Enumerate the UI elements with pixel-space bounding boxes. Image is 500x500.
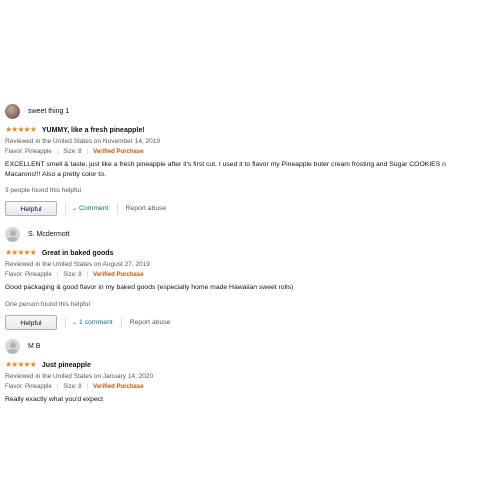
review-date: Reviewed in the United States on August … [5, 261, 150, 268]
helpful-count: 3 people found this helpful [5, 187, 81, 194]
comment-label[interactable]: Comment [79, 205, 108, 212]
reviewer-profile[interactable]: sweet thing 1 [5, 102, 495, 120]
reviewer-name[interactable]: S. Mcdermott [28, 231, 70, 238]
size-label: Size: 8 [63, 384, 82, 390]
helpful-button[interactable]: Helpful [5, 201, 57, 216]
divider [65, 203, 66, 214]
review-card: M B ★★★★★ Just pineapple Reviewed in the… [5, 337, 495, 405]
avatar-icon[interactable] [5, 103, 20, 119]
review-format: Flavor: Pineapple | Size: 8 | Verified P… [5, 148, 495, 156]
star-rating-icon[interactable]: ★★★★★ [5, 360, 37, 370]
flavor-label: Flavor: Pineapple [5, 272, 52, 278]
comment-link[interactable]: ⌄ 1 comment [72, 319, 113, 326]
verified-purchase-badge: Verified Purchase [93, 384, 144, 390]
star-rating-icon[interactable]: ★★★★★ [5, 248, 37, 258]
review-title[interactable]: Great in baked goods [42, 250, 114, 257]
review-body: Really exactly what you'd expect [5, 396, 104, 403]
flavor-label: Flavor: Pineapple [5, 149, 52, 155]
review-title[interactable]: Just pineapple [42, 362, 91, 369]
review-body: EXCELLENT smell & taste, just like a fre… [5, 161, 446, 178]
reviewer-profile[interactable]: M B [5, 337, 495, 355]
review-date: Reviewed in the United States on Novembe… [5, 138, 161, 145]
review-format: Flavor: Pineapple | Size: 8 | Verified P… [5, 383, 495, 391]
divider: | [86, 384, 89, 390]
divider: | [56, 384, 59, 390]
divider [120, 316, 122, 328]
review-title[interactable]: YUMMY, like a fresh pineapple! [42, 127, 145, 134]
chevron-down-icon: ⌄ [72, 206, 78, 212]
reviewer-name[interactable]: M B [28, 343, 40, 350]
verified-purchase-badge: Verified Purchase [93, 149, 144, 155]
helpful-button[interactable]: Helpful [5, 314, 57, 330]
chevron-down-icon: ⌄ [72, 319, 78, 326]
report-abuse-link[interactable]: Report abuse [130, 319, 171, 326]
divider: | [86, 149, 89, 155]
helpful-count: One person found this helpful [5, 300, 90, 308]
review-card: sweet thing 1 ★★★★★ YUMMY, like a fresh … [5, 102, 495, 216]
divider [65, 316, 66, 328]
avatar-icon[interactable] [5, 338, 20, 354]
report-abuse-link[interactable]: Report abuse [126, 205, 167, 212]
size-label: Size: 8 [63, 272, 82, 278]
avatar-icon[interactable] [5, 226, 20, 242]
divider: | [56, 149, 59, 155]
verified-purchase-badge: Verified Purchase [93, 272, 144, 278]
divider: | [56, 272, 59, 278]
review-body: Good packaging & good flavor in my baked… [5, 284, 294, 291]
review-format: Flavor: Pineapple | Size: 8 | Verified P… [5, 271, 495, 279]
reviewer-profile[interactable]: S. Mcdermott [5, 225, 495, 243]
flavor-label: Flavor: Pineapple [5, 384, 52, 390]
divider: | [86, 272, 89, 278]
reviewer-name[interactable]: sweet thing 1 [28, 108, 69, 115]
review-card: S. Mcdermott ★★★★★ Great in baked goods … [5, 225, 495, 330]
comment-link[interactable]: ⌄ Comment [72, 205, 109, 212]
review-date: Reviewed in the United States on January… [5, 373, 154, 380]
size-label: Size: 8 [63, 149, 82, 155]
divider [116, 203, 118, 214]
comment-label[interactable]: 1 comment [79, 319, 113, 326]
star-rating-icon[interactable]: ★★★★★ [5, 125, 37, 135]
